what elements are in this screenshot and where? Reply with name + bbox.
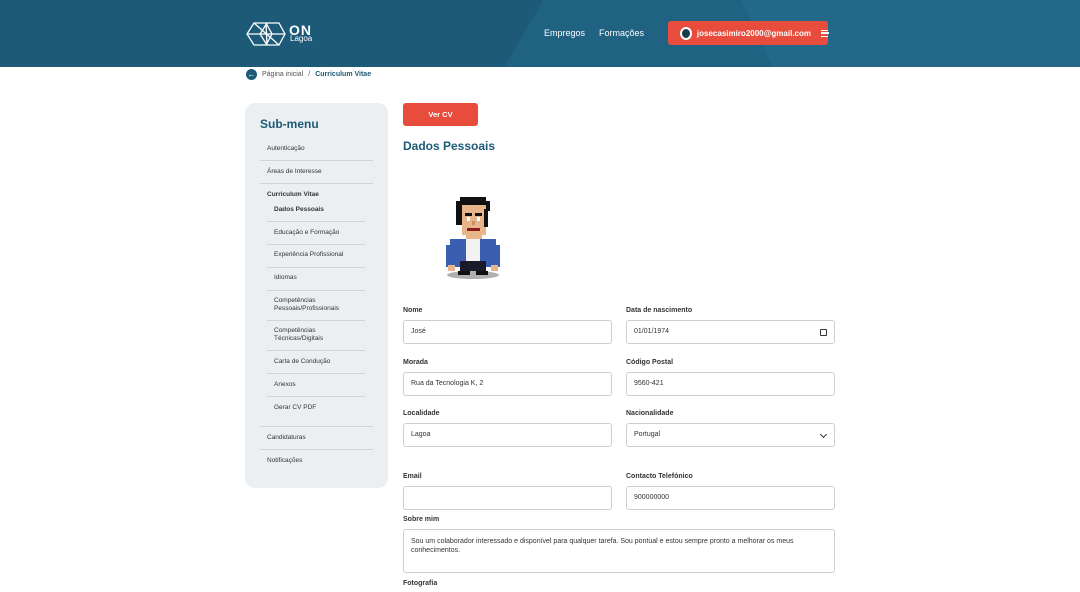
nome-label: Nome [403, 307, 423, 314]
contacto-label: Contacto Telefónico [626, 473, 693, 480]
sidebar-item-autenticacao[interactable]: Autenticação [267, 145, 305, 152]
localidade-label: Localidade [403, 410, 440, 417]
hamburger-menu-icon [820, 29, 830, 37]
user-email: josecasimiro2000@gmail.com [696, 28, 811, 38]
fotografia-label: Fotografia [403, 580, 438, 587]
sidebar-subitem-competencias-tecnicas[interactable]: Competências Técnicas/Digitais [274, 327, 344, 343]
morada-label: Morada [403, 359, 428, 366]
sidebar-subitem-anexos[interactable]: Anexos [274, 381, 296, 388]
breadcrumb: ← Página inicial / Curriculum Vitae [246, 69, 371, 80]
divider [267, 350, 365, 351]
chevron-down-icon [819, 430, 828, 439]
divider [260, 426, 373, 427]
divider [267, 221, 365, 222]
sidebar-subitem-educacao[interactable]: Educação e Formação [274, 229, 339, 236]
user-menu-button[interactable]: josecasimiro2000@gmail.com [668, 21, 830, 45]
breadcrumb-current: Curriculum Vitae [315, 71, 372, 78]
sidebar-subitem-experiencia[interactable]: Experiência Profissional [274, 251, 343, 258]
morada-input[interactable]: Rua da Tecnologia K, 2 [403, 372, 612, 396]
divider [260, 183, 373, 184]
breadcrumb-home-link[interactable]: Página inicial [262, 71, 303, 78]
sidebar-subitem-idiomas[interactable]: Idiomas [274, 274, 297, 281]
nacionalidade-value: Portugal [634, 431, 661, 438]
email-field[interactable] [403, 486, 612, 510]
calendar-icon[interactable] [820, 329, 827, 336]
breadcrumb-separator: / [308, 71, 311, 78]
nacionalidade-label: Nacionalidade [626, 410, 674, 417]
profile-photo [446, 197, 500, 279]
sidebar-subitem-dados-pessoais[interactable]: Dados Pessoais [274, 206, 324, 213]
view-cv-button[interactable]: Ver CV [403, 103, 478, 126]
sidebar-item-areas-interesse[interactable]: Áreas de Interesse [267, 168, 322, 175]
nav-empregos[interactable]: Empregos [544, 28, 585, 38]
back-arrow-icon[interactable]: ← [246, 69, 257, 80]
sidebar-subitem-competencias-pessoais[interactable]: Competências Pessoais/Profissionais [274, 297, 354, 313]
nacionalidade-select[interactable]: Portugal [626, 423, 835, 447]
contacto-input[interactable]: 900000000 [626, 486, 835, 510]
sidebar-subitem-carta-conducao[interactable]: Carta de Condução [274, 358, 330, 365]
divider [267, 267, 365, 268]
divider [267, 290, 365, 291]
sidebar-subitem-gerar-cv-pdf[interactable]: Gerar CV PDF [274, 404, 316, 411]
site-header: ON Lagoa Empregos Formações josecasimiro… [0, 0, 1080, 67]
divider [267, 396, 365, 397]
sidebar-submenu: Sub-menu Autenticação Áreas de Interesse… [245, 103, 388, 488]
data-nascimento-label: Data de nascimento [626, 307, 693, 314]
divider [267, 244, 365, 245]
section-title: Dados Pessoais [403, 139, 496, 153]
codigo-postal-input[interactable]: 9560-421 [626, 372, 835, 396]
divider [260, 449, 373, 450]
sobre-mim-label: Sobre mim [403, 516, 440, 523]
avatar [680, 26, 692, 40]
divider [267, 320, 365, 321]
data-nascimento-input[interactable]: 01/01/1974 [626, 320, 835, 344]
codigo-postal-label: Código Postal [626, 359, 674, 366]
localidade-input[interactable]: Lagoa [403, 423, 612, 447]
nav-formacoes[interactable]: Formações [599, 28, 644, 38]
email-label: Email [403, 473, 422, 480]
sobre-mim-textarea[interactable]: Sou um colaborador interessado e disponí… [403, 529, 835, 573]
divider [267, 373, 365, 374]
data-nascimento-value: 01/01/1974 [634, 328, 670, 335]
sidebar-item-candidaturas[interactable]: Candidaturas [267, 434, 306, 441]
nome-input[interactable]: José [403, 320, 612, 344]
sidebar-item-notificacoes[interactable]: Notificações [267, 457, 302, 464]
divider [260, 160, 373, 161]
sidebar-item-curriculum-vitae[interactable]: Curriculum Vitae [267, 191, 319, 198]
submenu-title: Sub-menu [260, 117, 319, 131]
logo-subtext: Lagoa [290, 34, 313, 43]
